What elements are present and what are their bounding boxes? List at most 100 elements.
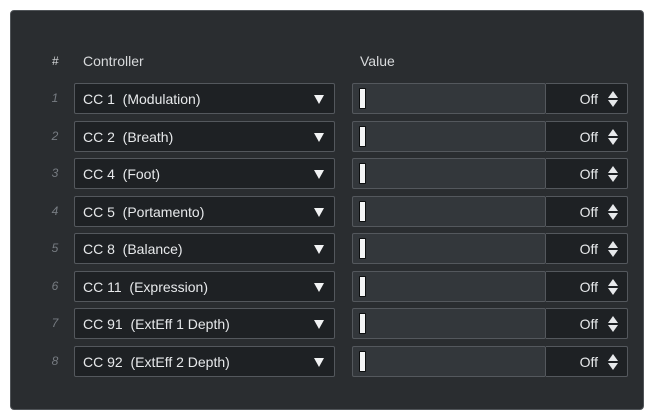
- value-text: Off: [579, 128, 598, 145]
- value-text: Off: [579, 278, 598, 295]
- value-slider[interactable]: [352, 233, 546, 264]
- slider-handle[interactable]: [359, 238, 366, 259]
- column-header-controller: Controller: [83, 53, 144, 69]
- spinner-up-icon[interactable]: [608, 353, 618, 361]
- slider-handle[interactable]: [359, 313, 366, 334]
- controller-select[interactable]: CC 5 (Portamento): [74, 195, 335, 227]
- triangle-down-icon: [314, 357, 324, 367]
- value-field[interactable]: Off: [546, 233, 628, 264]
- value-text: Off: [579, 316, 598, 332]
- spinner-down-icon[interactable]: [608, 137, 618, 145]
- row-number: 7: [51, 316, 59, 330]
- triangle-down-icon: [314, 95, 324, 104]
- spinner-up-icon[interactable]: [608, 241, 618, 248]
- controller-assignment-panel: # Controller Value 1 CC 1 (Modulation) Off…: [10, 10, 644, 410]
- value-slider[interactable]: [352, 308, 546, 339]
- value-field[interactable]: Off: [546, 308, 628, 339]
- spinner-down-icon[interactable]: [608, 287, 618, 295]
- spinner-down-icon[interactable]: [608, 175, 618, 182]
- value-text: Off: [579, 166, 598, 182]
- up-down-arrows-icon[interactable]: [607, 128, 619, 146]
- controller-row: 1 CC 1 (Modulation) Off: [11, 83, 643, 115]
- up-down-arrows-icon[interactable]: [607, 241, 619, 258]
- triangle-down-icon: [314, 320, 324, 329]
- up-down-arrows-icon[interactable]: [607, 91, 619, 108]
- slider-handle[interactable]: [359, 275, 366, 297]
- slider-handle[interactable]: [359, 200, 366, 222]
- value-text: Off: [579, 91, 598, 107]
- slider-handle[interactable]: [359, 163, 366, 184]
- row-number: 6: [51, 278, 59, 293]
- value-field[interactable]: Off: [546, 83, 628, 114]
- controller-row: 4 CC 5 (Portamento) Off: [11, 195, 643, 228]
- value-slider[interactable]: [352, 120, 546, 152]
- spinner-down-icon[interactable]: [608, 212, 618, 220]
- controller-row: 3 CC 4 (Foot) Off: [11, 158, 643, 190]
- value-text: Off: [579, 353, 598, 370]
- controller-select-label: CC 11 (Expression): [83, 278, 209, 295]
- spinner-up-icon[interactable]: [608, 316, 618, 323]
- controller-select-label: CC 91 (ExtEff 1 Depth): [83, 316, 230, 332]
- spinner-up-icon[interactable]: [608, 91, 618, 98]
- value-field[interactable]: Off: [546, 345, 628, 377]
- up-down-arrows-icon[interactable]: [607, 316, 619, 333]
- controller-row: 8 CC 92 (ExtEff 2 Depth) Off: [11, 345, 643, 378]
- triangle-down-icon: [314, 245, 324, 254]
- value-field[interactable]: Off: [546, 270, 628, 302]
- controller-row: 5 CC 8 (Balance) Off: [11, 233, 643, 265]
- triangle-down-icon: [314, 170, 324, 179]
- up-down-arrows-icon[interactable]: [607, 278, 619, 296]
- controller-row: 7 CC 91 (ExtEff 1 Depth) Off: [11, 308, 643, 340]
- spinner-up-icon[interactable]: [608, 128, 618, 136]
- controller-select[interactable]: CC 8 (Balance): [74, 233, 335, 264]
- value-slider[interactable]: [352, 345, 546, 377]
- triangle-down-icon: [314, 132, 324, 142]
- value-field[interactable]: Off: [546, 120, 628, 152]
- up-down-arrows-icon[interactable]: [607, 353, 619, 371]
- slider-handle[interactable]: [359, 350, 366, 372]
- spinner-down-icon[interactable]: [608, 362, 618, 370]
- value-field[interactable]: Off: [546, 195, 628, 227]
- controller-row: 2 CC 2 (Breath) Off: [11, 120, 643, 153]
- up-down-arrows-icon[interactable]: [607, 166, 619, 183]
- controller-select[interactable]: CC 4 (Foot): [74, 158, 335, 189]
- spinner-down-icon[interactable]: [608, 325, 618, 332]
- value-field[interactable]: Off: [546, 158, 628, 189]
- value-slider[interactable]: [352, 158, 546, 189]
- row-number: 3: [51, 166, 59, 180]
- triangle-down-icon: [314, 207, 324, 217]
- value-slider[interactable]: [352, 270, 546, 302]
- row-number: 1: [51, 91, 59, 105]
- controller-select[interactable]: CC 2 (Breath): [74, 120, 335, 152]
- spinner-down-icon[interactable]: [608, 250, 618, 257]
- up-down-arrows-icon[interactable]: [607, 203, 619, 221]
- row-number: 5: [51, 241, 59, 255]
- controller-select[interactable]: CC 11 (Expression): [74, 270, 335, 302]
- controller-select[interactable]: CC 91 (ExtEff 1 Depth): [74, 308, 335, 339]
- spinner-down-icon[interactable]: [608, 100, 618, 107]
- spinner-up-icon[interactable]: [608, 166, 618, 173]
- value-text: Off: [579, 241, 598, 257]
- controller-select-label: CC 2 (Breath): [83, 128, 174, 145]
- spinner-up-icon[interactable]: [608, 203, 618, 211]
- controller-select-label: CC 5 (Portamento): [83, 203, 205, 220]
- controller-select-label: CC 8 (Balance): [83, 241, 183, 257]
- controller-select-label: CC 1 (Modulation): [83, 91, 201, 107]
- row-number: 8: [51, 353, 59, 368]
- column-header-number: #: [52, 54, 59, 68]
- controller-select[interactable]: CC 1 (Modulation): [74, 83, 335, 114]
- controller-row: 6 CC 11 (Expression) Off: [11, 270, 643, 303]
- slider-handle[interactable]: [359, 88, 366, 109]
- value-text: Off: [579, 203, 598, 220]
- triangle-down-icon: [314, 282, 324, 292]
- row-number: 2: [51, 128, 59, 143]
- controller-select-label: CC 92 (ExtEff 2 Depth): [83, 353, 230, 370]
- value-slider[interactable]: [352, 83, 546, 114]
- controller-select-label: CC 4 (Foot): [83, 166, 161, 182]
- spinner-up-icon[interactable]: [608, 278, 618, 286]
- controller-select[interactable]: CC 92 (ExtEff 2 Depth): [74, 345, 335, 377]
- row-number: 4: [51, 203, 59, 218]
- slider-handle[interactable]: [359, 125, 366, 147]
- value-slider[interactable]: [352, 195, 546, 227]
- column-header-value: Value: [360, 53, 395, 69]
